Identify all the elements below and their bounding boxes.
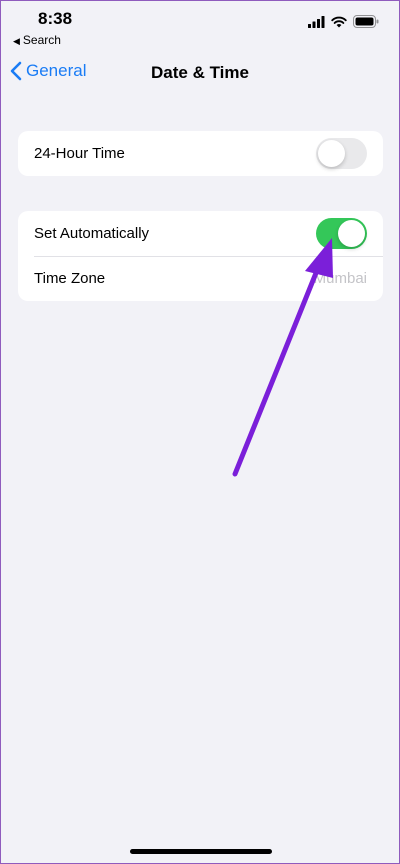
settings-group-automatic: Set Automatically Time Zone Mumbai [18,211,383,301]
battery-icon [353,15,379,28]
toggle-knob [318,140,345,167]
row-label-24-hour-time: 24-Hour Time [34,145,125,162]
row-label-set-automatically: Set Automatically [34,225,150,242]
row-label-time-zone: Time Zone [34,270,106,287]
row-24-hour-time: 24-Hour Time [18,131,383,176]
row-set-automatically: Set Automatically [18,211,383,256]
status-icons [308,15,379,28]
toggle-knob [338,220,365,247]
status-back-to-app[interactable]: ◀ Search [13,33,61,47]
status-time: 8:38 [38,9,73,28]
wifi-icon [331,16,347,27]
row-time-zone[interactable]: Time Zone Mumbai [18,256,383,301]
status-back-label: Search [22,33,61,47]
time-zone-value: Mumbai [313,270,367,287]
toggle-24-hour-time[interactable] [316,138,367,169]
signal-icon [308,15,325,28]
back-triangle-icon: ◀ [13,36,20,46]
home-indicator[interactable] [130,849,272,854]
toggle-set-automatically[interactable] [316,218,367,249]
screen: 8:38 ◀ Search General Date & Time 24-Hou… [0,0,400,864]
page-title: Date & Time [151,63,249,82]
settings-group-24-hour: 24-Hour Time [18,131,383,176]
